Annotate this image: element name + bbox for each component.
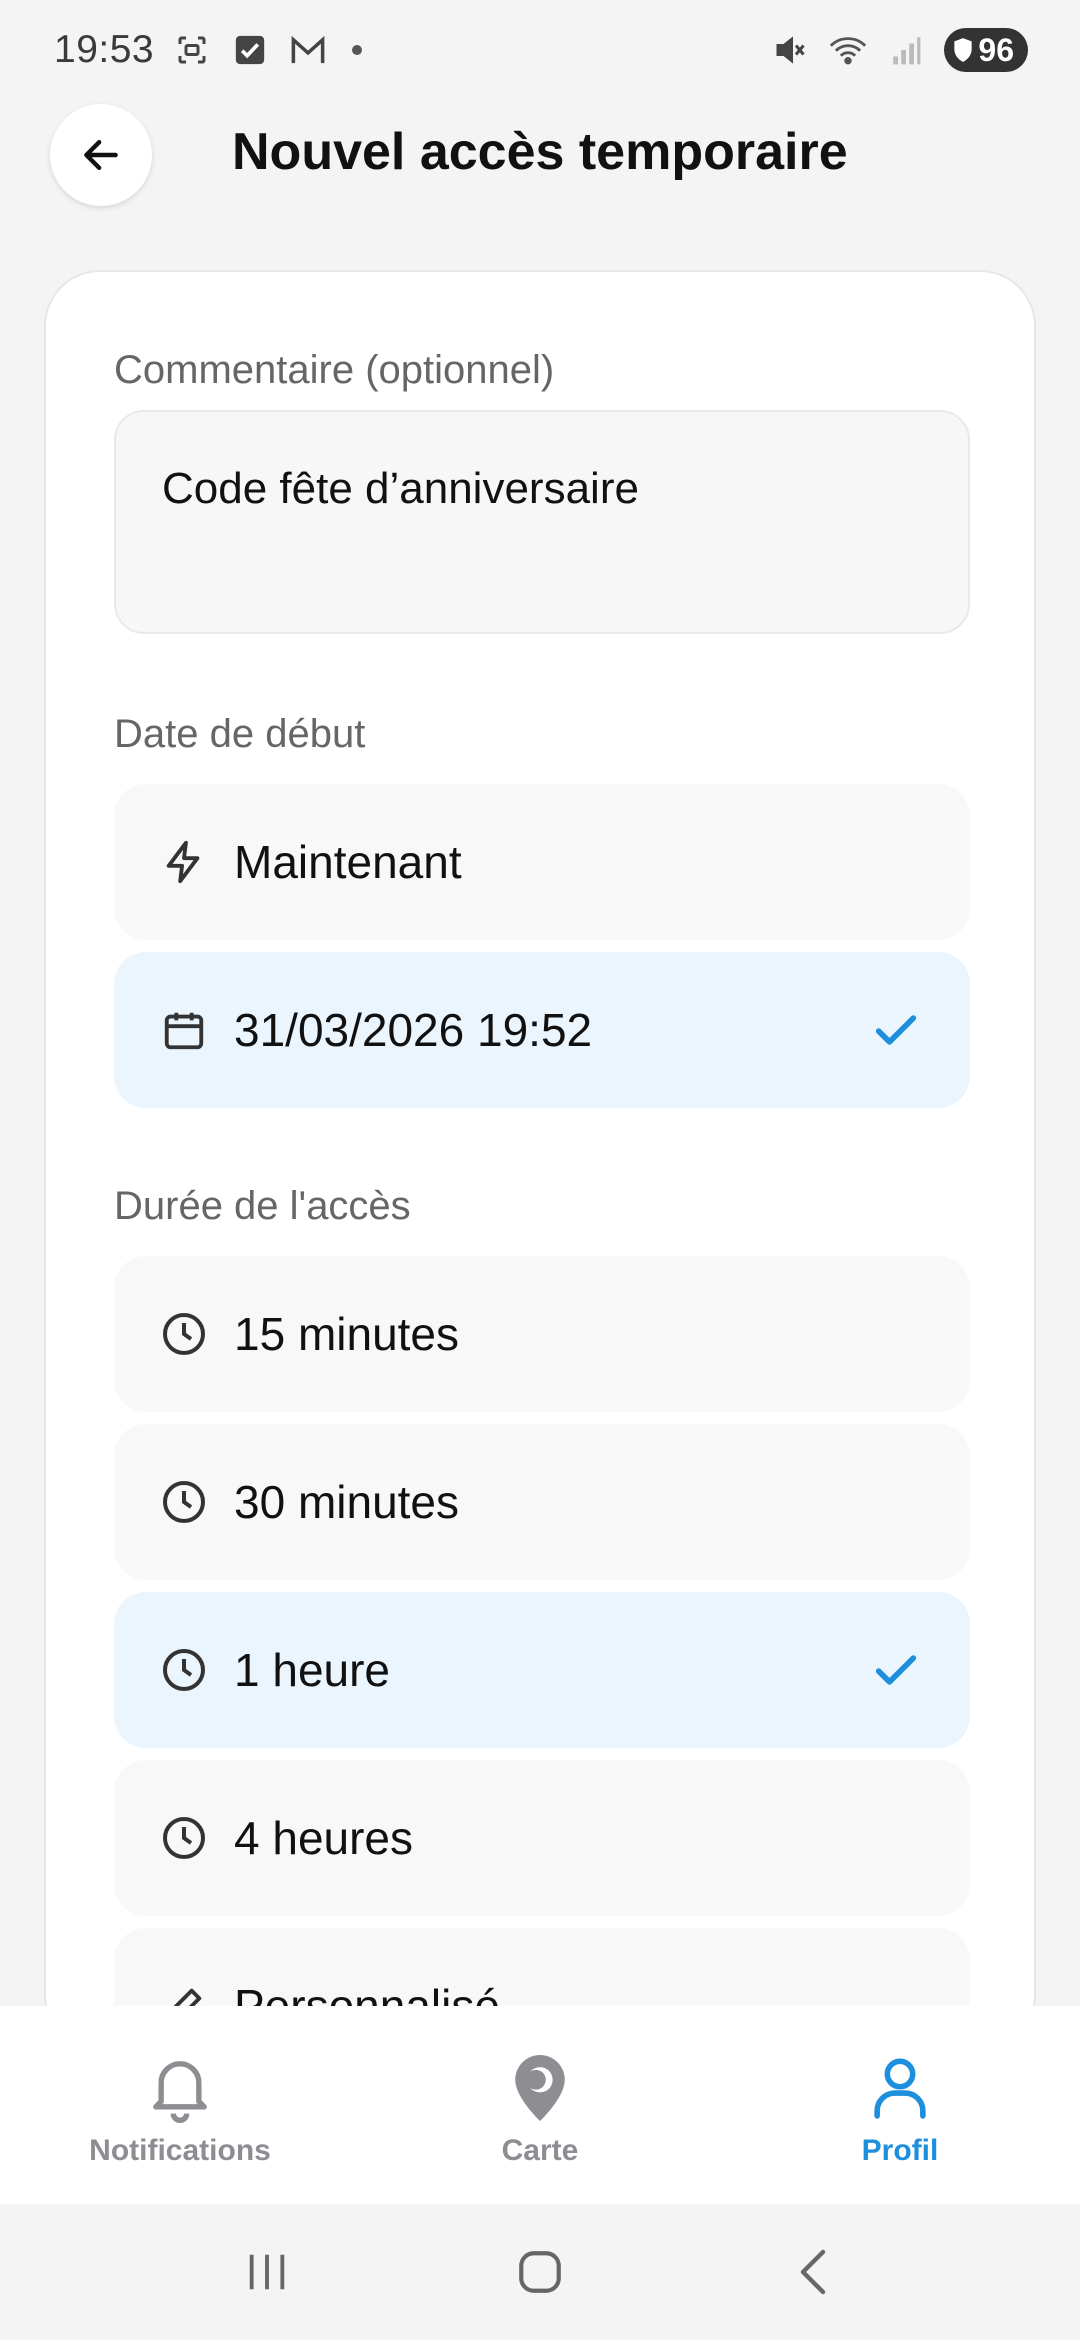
system-back-button[interactable]	[773, 2232, 853, 2312]
shield-icon	[954, 38, 973, 62]
duration-option-15min[interactable]: 15 minutes	[114, 1256, 970, 1412]
start-now-label: Maintenant	[234, 836, 462, 888]
screenshot-icon	[172, 30, 212, 70]
checkmark-icon	[868, 1002, 924, 1058]
bottom-nav: Notifications Carte Profil	[0, 2006, 1080, 2204]
signal-icon	[886, 30, 926, 70]
wifi-icon	[828, 30, 868, 70]
user-icon	[862, 2050, 938, 2126]
page-title: Nouvel accès temporaire	[232, 123, 848, 181]
clock-icon	[160, 1478, 208, 1526]
gmail-icon	[288, 30, 328, 70]
status-time: 19:53	[54, 28, 155, 71]
duration-label: Durée de l'accès	[114, 1184, 411, 1228]
nav-carte-label: Carte	[501, 2134, 579, 2167]
start-date-label: Date de début	[114, 712, 366, 756]
start-date-value: 31/03/2026 19:52	[234, 1004, 593, 1056]
duration-option-1h[interactable]: 1 heure	[114, 1592, 970, 1748]
duration-option-4h[interactable]: 4 heures	[114, 1760, 970, 1916]
nav-notifications[interactable]: Notifications	[0, 2006, 360, 2204]
lightning-icon	[160, 838, 208, 886]
clock-icon	[160, 1814, 208, 1862]
more-notifications-dot	[352, 45, 363, 55]
start-date-option[interactable]: 31/03/2026 19:52	[114, 952, 970, 1108]
nav-notifications-label: Notifications	[89, 2134, 271, 2167]
system-nav-bar	[0, 2204, 1080, 2340]
status-left: 19:53	[54, 28, 363, 72]
home-button[interactable]	[500, 2232, 580, 2312]
duration-label-4h: 4 heures	[234, 1812, 414, 1864]
checkmark-icon	[868, 1642, 924, 1698]
back-button[interactable]	[50, 104, 152, 206]
nav-carte[interactable]: Carte	[360, 2006, 720, 2204]
bell-icon	[142, 2050, 218, 2126]
duration-label-15min: 15 minutes	[234, 1308, 460, 1360]
checkbox-notification-icon	[230, 30, 270, 70]
status-right: 96	[770, 28, 1028, 72]
nav-profil-label: Profil	[861, 2134, 939, 2167]
duration-option-30min[interactable]: 30 minutes	[114, 1424, 970, 1580]
duration-label-1h: 1 heure	[234, 1644, 391, 1696]
calendar-icon	[160, 1006, 208, 1054]
clock-icon	[160, 1646, 208, 1694]
status-bar: 19:53 96	[0, 0, 1080, 100]
start-now-option[interactable]: Maintenant	[114, 784, 970, 940]
comment-input[interactable]: Code fête d’anniversaire	[114, 410, 970, 634]
nav-profil[interactable]: Profil	[720, 2006, 1080, 2204]
clock-icon	[160, 1310, 208, 1358]
comment-label: Commentaire (optionnel)	[114, 348, 555, 392]
duration-label-30min: 30 minutes	[234, 1476, 460, 1528]
header: Nouvel accès temporaire	[0, 100, 1080, 210]
form-card: Commentaire (optionnel) Code fête d’anni…	[44, 270, 1036, 2050]
map-pin-icon	[502, 2050, 578, 2126]
recent-apps-button[interactable]	[227, 2232, 307, 2312]
arrow-left-icon	[84, 139, 118, 171]
battery-indicator: 96	[944, 28, 1028, 72]
battery-level: 96	[978, 31, 1014, 68]
mute-icon	[770, 30, 810, 70]
